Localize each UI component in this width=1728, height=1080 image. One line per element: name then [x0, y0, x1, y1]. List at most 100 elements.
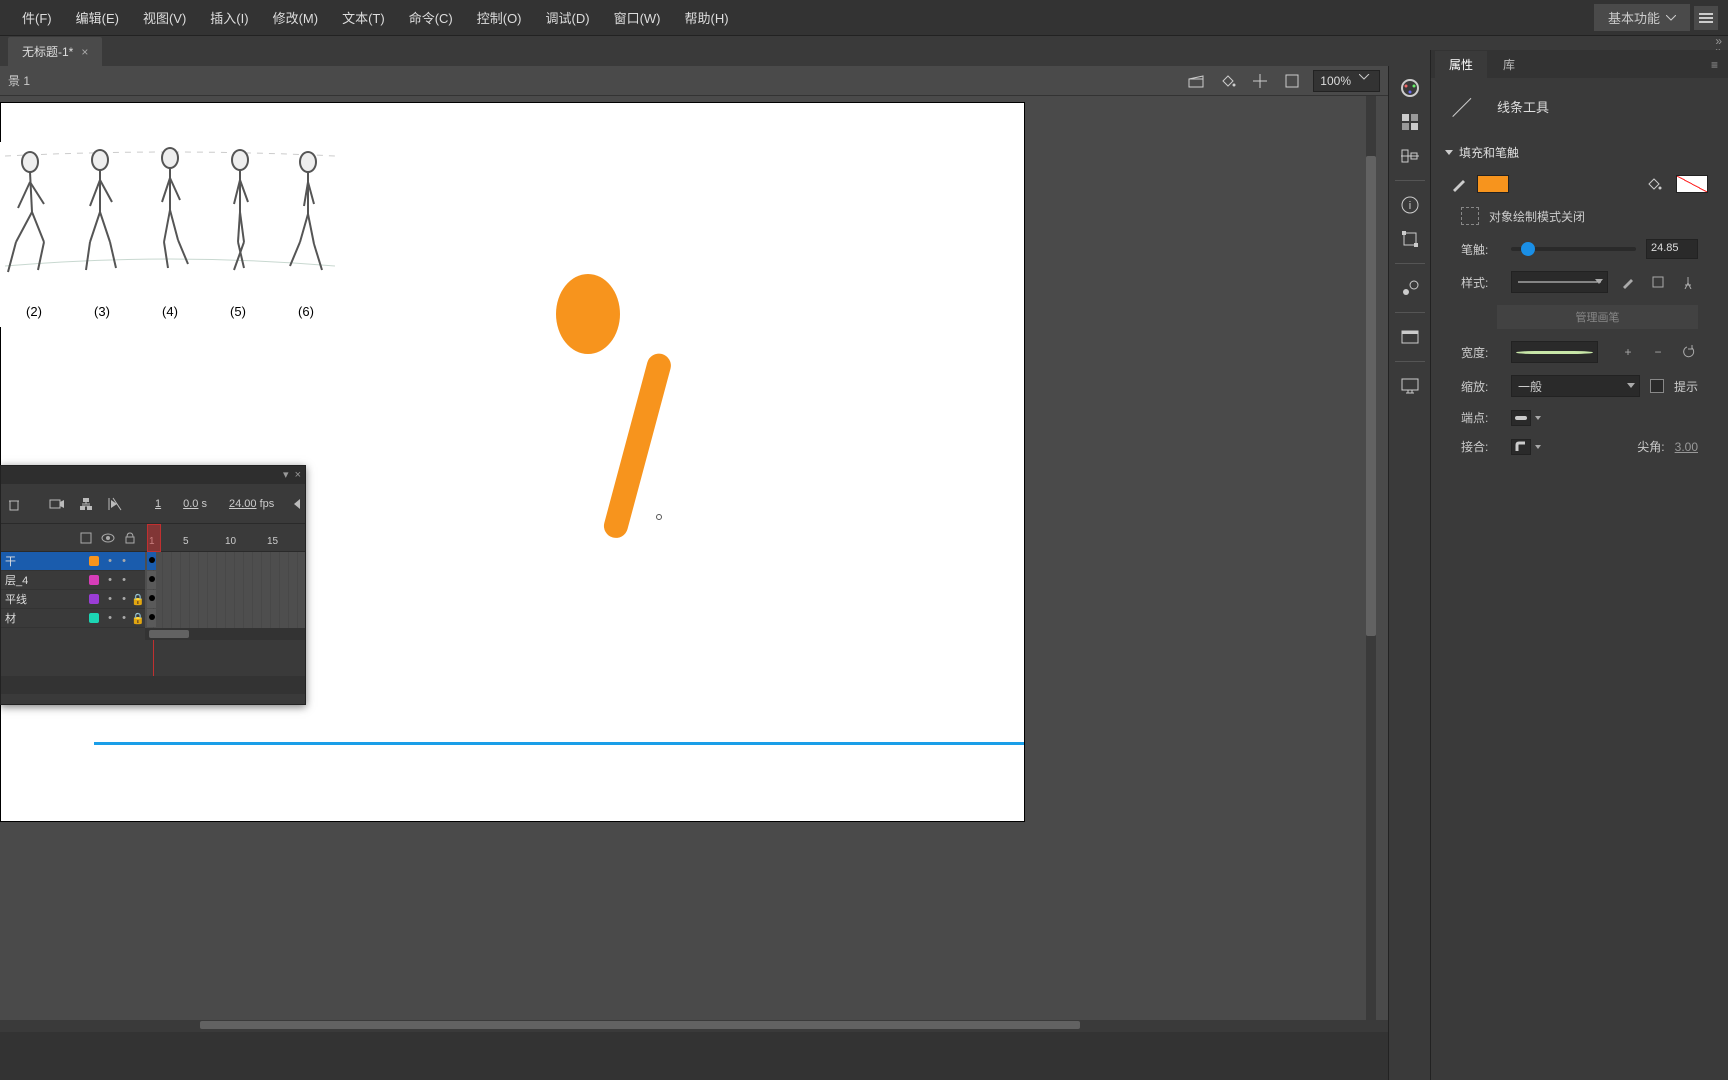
- clapper-icon[interactable]: [1185, 70, 1207, 92]
- timeline-frames[interactable]: 1 5 10 15: [145, 524, 305, 676]
- workspace-label: 基本功能: [1608, 8, 1660, 27]
- style-label: 样式:: [1461, 274, 1501, 291]
- stroke-width-input[interactable]: 24.85: [1646, 239, 1698, 259]
- tool-name: 线条工具: [1497, 97, 1549, 116]
- menu-modify[interactable]: 修改(M): [261, 4, 331, 31]
- playhead[interactable]: [147, 524, 161, 552]
- sync-icon[interactable]: [1694, 6, 1718, 30]
- keyframe-icon[interactable]: [149, 614, 155, 620]
- info-panel-icon[interactable]: i: [1395, 191, 1425, 219]
- keyframe-icon[interactable]: [149, 595, 155, 601]
- align-panel-icon[interactable]: [1395, 142, 1425, 170]
- hinting-checkbox[interactable]: [1650, 379, 1664, 393]
- chevron-down-icon: [1535, 445, 1541, 449]
- layer-parent-icon[interactable]: [79, 494, 93, 514]
- reset-width-icon[interactable]: [1678, 342, 1698, 362]
- horizontal-scrollbar[interactable]: [0, 1020, 1388, 1032]
- paint-bucket-icon[interactable]: [1217, 70, 1239, 92]
- properties-panel: » 属性 库 ≡ 线条工具 填充和笔触 对象绘制模式关闭 笔触: 24.85 样…: [1430, 50, 1728, 1080]
- current-time: 0.0 s: [179, 498, 211, 510]
- register-point-icon[interactable]: [1249, 70, 1271, 92]
- layer-row[interactable]: 层_4 ••: [1, 571, 145, 590]
- layer-color-chip: [89, 594, 99, 604]
- menu-file[interactable]: 件(F): [10, 4, 64, 31]
- manage-brush-button[interactable]: 管理画笔: [1497, 305, 1698, 329]
- miter-value[interactable]: 3.00: [1675, 440, 1698, 454]
- stroke-color-swatch[interactable]: [1477, 175, 1509, 193]
- width-profile-select[interactable]: [1511, 341, 1598, 363]
- menu-view[interactable]: 视图(V): [131, 4, 198, 31]
- stroke-width-slider[interactable]: [1511, 247, 1636, 251]
- expand-panels-icon[interactable]: »: [1715, 34, 1722, 48]
- swatches-icon[interactable]: [1395, 108, 1425, 136]
- width-profile-label: 宽度:: [1461, 344, 1501, 361]
- layer-row[interactable]: 平线 •• 🔒: [1, 590, 145, 609]
- menu-help[interactable]: 帮助(H): [673, 4, 741, 31]
- camera-icon[interactable]: [49, 494, 65, 514]
- stroke-width-label: 笔触:: [1461, 241, 1501, 258]
- add-width-icon[interactable]: +: [1618, 342, 1638, 362]
- body-shape[interactable]: [601, 351, 673, 541]
- zoom-select[interactable]: 100%: [1313, 70, 1380, 92]
- scale-select[interactable]: 一般: [1511, 375, 1640, 397]
- highlight-layer-icon[interactable]: [79, 531, 93, 545]
- panel-close-icon[interactable]: ×: [295, 470, 301, 481]
- color-panel-icon[interactable]: [1395, 74, 1425, 102]
- menu-text[interactable]: 文本(T): [330, 4, 397, 31]
- transform-panel-icon[interactable]: [1395, 225, 1425, 253]
- timeline-scrollbar[interactable]: [145, 628, 305, 640]
- menu-edit[interactable]: 编辑(E): [64, 4, 131, 31]
- visibility-icon[interactable]: [101, 531, 115, 545]
- remove-width-icon[interactable]: −: [1648, 342, 1668, 362]
- panel-menu-icon[interactable]: ≡: [1701, 52, 1728, 78]
- layer-row[interactable]: 干 • •: [1, 552, 145, 571]
- close-tab-icon[interactable]: ×: [81, 45, 88, 59]
- clip-edges-icon[interactable]: [1281, 70, 1303, 92]
- cap-select[interactable]: [1511, 410, 1541, 426]
- edit-style-icon[interactable]: [1618, 272, 1638, 292]
- chevron-down-icon: [1666, 15, 1676, 21]
- trash-icon[interactable]: [7, 494, 21, 514]
- timeline-panel: ▾ × 1 0.0 s 24.00 fps 干 • •: [0, 465, 306, 705]
- head-shape[interactable]: [556, 274, 620, 354]
- brush-history-icon[interactable]: [1648, 272, 1668, 292]
- frame-picker-icon[interactable]: [1395, 323, 1425, 351]
- anchor-point-icon[interactable]: [656, 514, 662, 520]
- ground-line[interactable]: [94, 742, 1024, 745]
- stage-canvas[interactable]: (2) (3) (4) (5) (6): [0, 102, 1025, 822]
- menu-control[interactable]: 控制(O): [465, 4, 534, 31]
- menu-debug[interactable]: 调试(D): [534, 4, 602, 31]
- tab-library[interactable]: 库: [1489, 51, 1529, 78]
- vertical-scrollbar[interactable]: [1366, 96, 1376, 1020]
- object-draw-icon[interactable]: [1461, 207, 1479, 225]
- lock-closed-icon[interactable]: 🔒: [131, 593, 145, 606]
- menu-command[interactable]: 命令(C): [397, 4, 465, 31]
- tab-properties[interactable]: 属性: [1435, 51, 1487, 78]
- panel-menu-icon[interactable]: ▾: [283, 470, 289, 481]
- keyframe-icon[interactable]: [149, 576, 155, 582]
- menu-insert[interactable]: 插入(I): [198, 4, 260, 31]
- menu-window[interactable]: 窗口(W): [602, 4, 673, 31]
- section-fill-stroke[interactable]: 填充和笔触: [1431, 134, 1728, 169]
- monitor-icon[interactable]: [1395, 372, 1425, 400]
- walk-label-5: (5): [230, 304, 246, 319]
- chevron-down-icon: [1627, 383, 1635, 388]
- ruler-tick: 15: [267, 536, 278, 547]
- layer-visible-dot[interactable]: •: [103, 555, 117, 567]
- brush-spray-icon[interactable]: [1678, 272, 1698, 292]
- collapse-left-icon[interactable]: [292, 494, 302, 514]
- lock-icon[interactable]: [123, 531, 137, 545]
- layer-outline-dot[interactable]: •: [117, 555, 131, 567]
- object-draw-label: 对象绘制模式关闭: [1489, 208, 1585, 225]
- fill-none-swatch[interactable]: [1676, 175, 1708, 193]
- insert-frame-icon[interactable]: [107, 494, 123, 514]
- keyframe-icon[interactable]: [149, 557, 155, 563]
- join-select[interactable]: [1511, 439, 1541, 455]
- stroke-style-select[interactable]: [1511, 271, 1608, 293]
- scene-crumb[interactable]: 景 1: [8, 72, 30, 89]
- workspace-switcher[interactable]: 基本功能: [1594, 4, 1690, 31]
- lock-closed-icon[interactable]: 🔒: [131, 612, 145, 625]
- layer-row[interactable]: 材 •• 🔒: [1, 609, 145, 628]
- brush-library-icon[interactable]: [1395, 274, 1425, 302]
- document-tab[interactable]: 无标题-1* ×: [8, 37, 102, 66]
